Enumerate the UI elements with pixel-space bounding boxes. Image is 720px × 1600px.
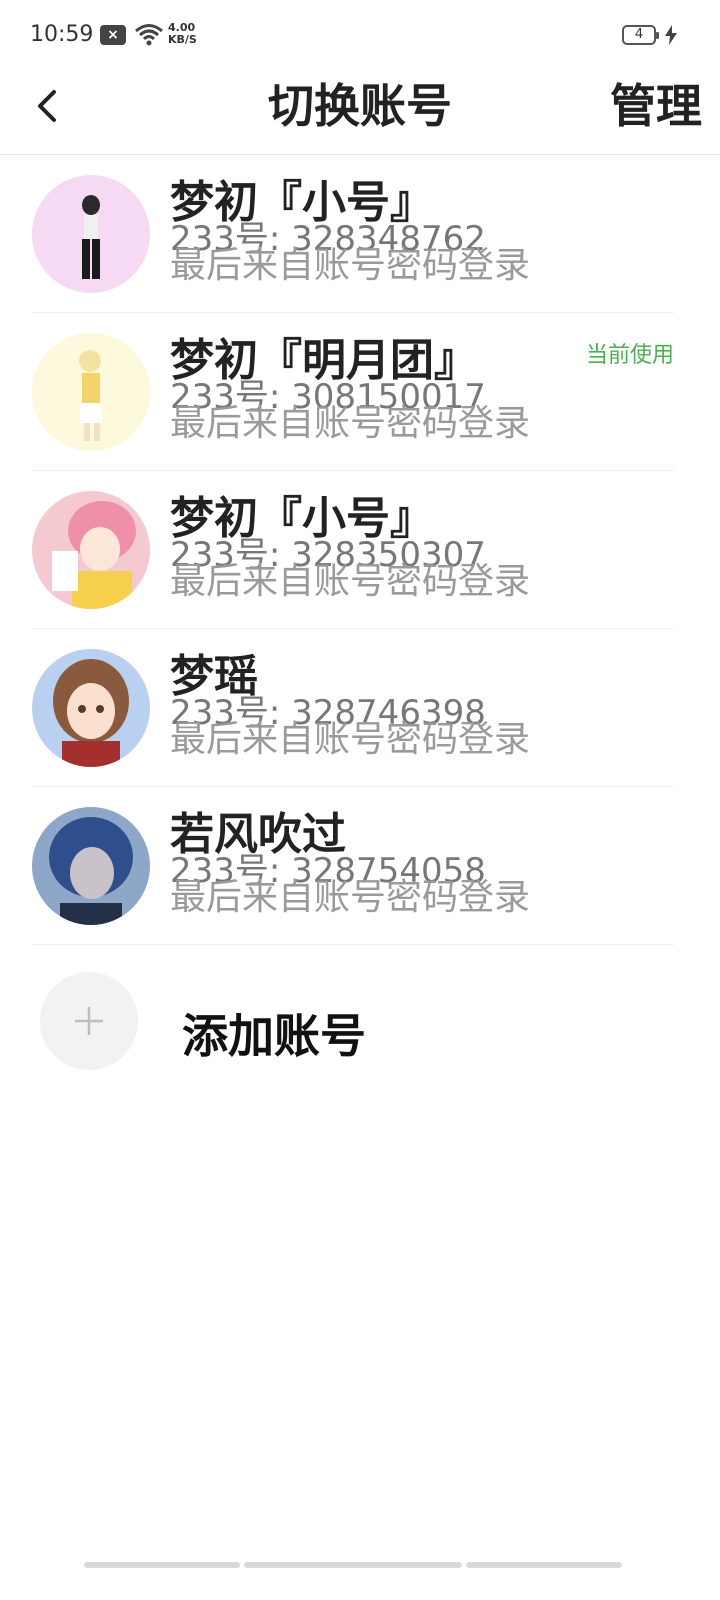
- avatar: [32, 491, 150, 609]
- avatar: [32, 333, 150, 451]
- battery-level: 4: [634, 27, 644, 42]
- net-speed-unit: KB/S: [168, 33, 197, 46]
- status-time: 10:59: [30, 22, 94, 47]
- plus-icon: [75, 1007, 103, 1035]
- nav-gesture-bar-right: [466, 1562, 622, 1568]
- account-item[interactable]: 梦初『明月团』 233号: 308150017 最后来自账号密码登录 当前使用: [32, 313, 674, 471]
- account-login-method: 最后来自账号密码登录: [170, 403, 531, 444]
- current-account-badge: 当前使用: [585, 343, 674, 368]
- net-speed: 4.00 KB/S: [168, 22, 197, 46]
- avatar: [32, 175, 150, 293]
- account-list: 梦初『小号』 233号: 328348762 最后来自账号密码登录 梦初『明月团…: [0, 155, 720, 945]
- close-box-icon: ×: [100, 25, 126, 45]
- wifi-icon: [135, 24, 163, 46]
- battery-icon: 4: [622, 25, 659, 45]
- status-bar: 10:59 × 4.00 KB/S 4: [0, 0, 720, 72]
- nav-gesture-bar-left: [84, 1562, 240, 1568]
- account-login-method: 最后来自账号密码登录: [170, 877, 531, 918]
- add-account-button[interactable]: 添加账号: [40, 972, 640, 1072]
- account-item[interactable]: 梦初『小号』 233号: 328348762 最后来自账号密码登录: [32, 155, 674, 313]
- add-account-label[interactable]: 添加账号: [182, 1008, 366, 1064]
- add-account-circle[interactable]: [40, 972, 138, 1070]
- avatar: [32, 649, 150, 767]
- manage-button[interactable]: 管理: [610, 74, 702, 138]
- account-item[interactable]: 梦瑶 233号: 328746398 最后来自账号密码登录: [32, 629, 674, 787]
- account-login-method: 最后来自账号密码登录: [170, 719, 531, 760]
- title-bar: 切换账号 管理: [0, 72, 720, 155]
- nav-gesture-bar-center: [244, 1562, 462, 1568]
- account-item[interactable]: 若风吹过 233号: 328754058 最后来自账号密码登录: [32, 787, 674, 945]
- charging-icon: [665, 25, 677, 45]
- avatar: [32, 807, 150, 925]
- account-login-method: 最后来自账号密码登录: [170, 561, 531, 602]
- account-login-method: 最后来自账号密码登录: [170, 245, 531, 286]
- account-item[interactable]: 梦初『小号』 233号: 328350307 最后来自账号密码登录: [32, 471, 674, 629]
